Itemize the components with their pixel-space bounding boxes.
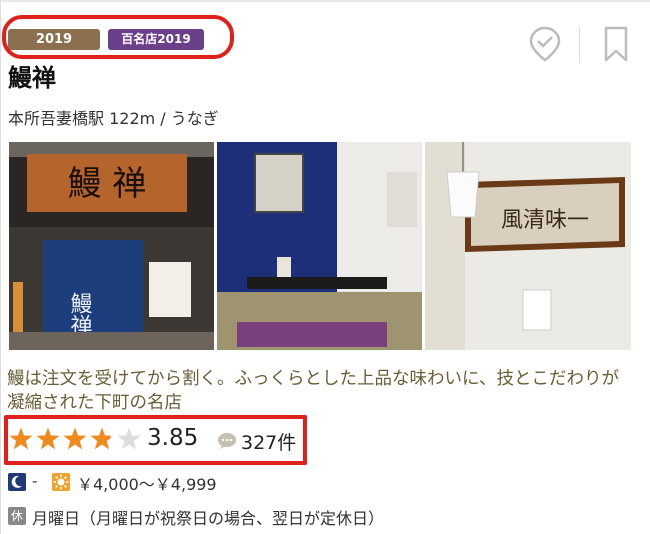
calligraphy-text: 風清味一	[501, 208, 589, 233]
moon-icon	[8, 473, 26, 491]
rating-highlight	[4, 415, 307, 465]
photo-storefront[interactable]: 鰻 禅 鰻禅	[9, 142, 214, 350]
restaurant-catchphrase: 鰻は注文を受けてから割く。ふっくらとした上品な味わいに、技とこだわりが凝縮された…	[7, 369, 619, 413]
location-genre: 本所吾妻橋駅 122m / うなぎ	[8, 109, 219, 128]
sun-icon	[52, 473, 70, 491]
holiday-text: 月曜日（月曜日が祝祭日の場合、翌日が定休日）	[32, 509, 385, 528]
top-border	[1, 0, 650, 2]
badges-highlight	[2, 15, 234, 59]
photo-dining-room[interactable]	[217, 142, 422, 350]
restaurant-card: 2019 Bronze 百名店2019 鰻禅 本所吾妻橋駅 122m / うなぎ…	[0, 0, 650, 534]
photo-calligraphy[interactable]: 風清味一	[425, 142, 631, 350]
icon-divider	[579, 27, 580, 63]
dinner-budget: -	[32, 472, 38, 490]
holiday-badge: 休	[8, 507, 26, 525]
lunch-budget: ￥4,000～￥4,999	[77, 475, 217, 494]
bookmark-icon[interactable]	[599, 25, 633, 63]
restaurant-name[interactable]: 鰻禅	[8, 58, 56, 93]
checkmark-pin-icon[interactable]	[528, 25, 562, 63]
noren-text: 鰻禅	[67, 292, 93, 336]
storefront-sign-text: 鰻 禅	[68, 164, 147, 204]
